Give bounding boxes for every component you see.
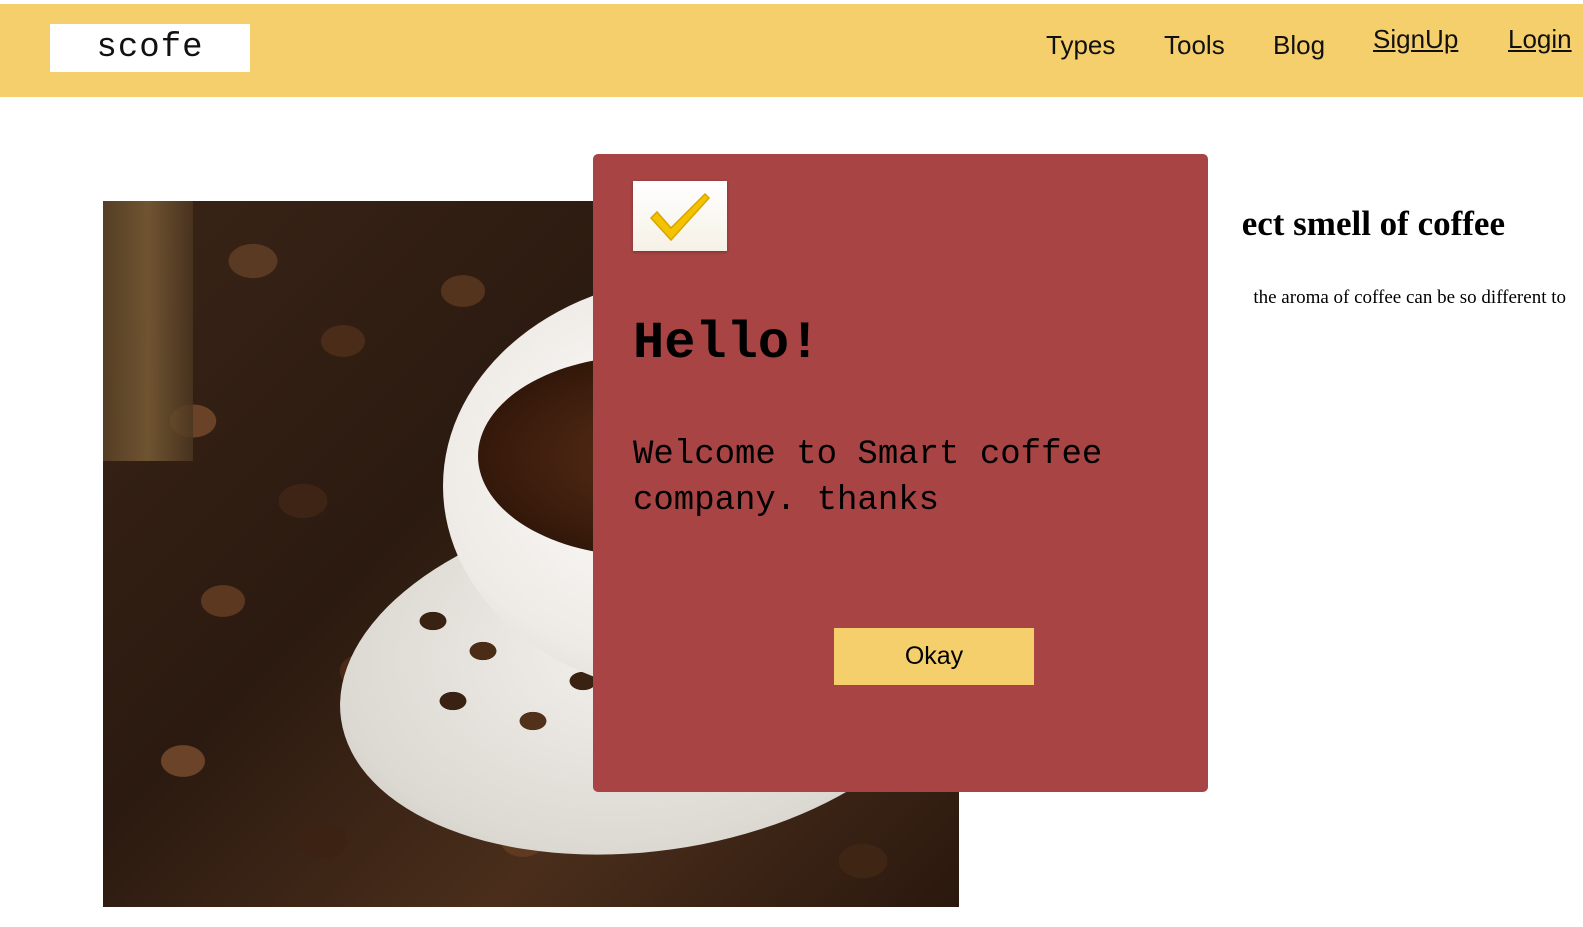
site-logo[interactable]: scofe [50, 24, 250, 72]
burlap-sack-shape [103, 201, 193, 461]
nav-link-login[interactable]: Login [1508, 24, 1572, 55]
modal-message: Welcome to Smart coffee company. thanks [633, 436, 1103, 520]
okay-button[interactable]: Okay [834, 628, 1034, 685]
site-header: scofe Types Tools Blog SignUp Login [0, 4, 1583, 97]
nav-item-tools[interactable]: Tools [1164, 30, 1225, 61]
modal-title: Hello! [633, 314, 821, 373]
nav-item-blog[interactable]: Blog [1273, 30, 1325, 61]
page: scofe Types Tools Blog SignUp Login ect … [0, 0, 1583, 927]
welcome-modal: Hello! Welcome to Smart coffee company. … [593, 154, 1208, 792]
nav-item-types[interactable]: Types [1046, 30, 1115, 61]
check-icon [633, 181, 727, 251]
nav-link-signup[interactable]: SignUp [1373, 24, 1458, 55]
